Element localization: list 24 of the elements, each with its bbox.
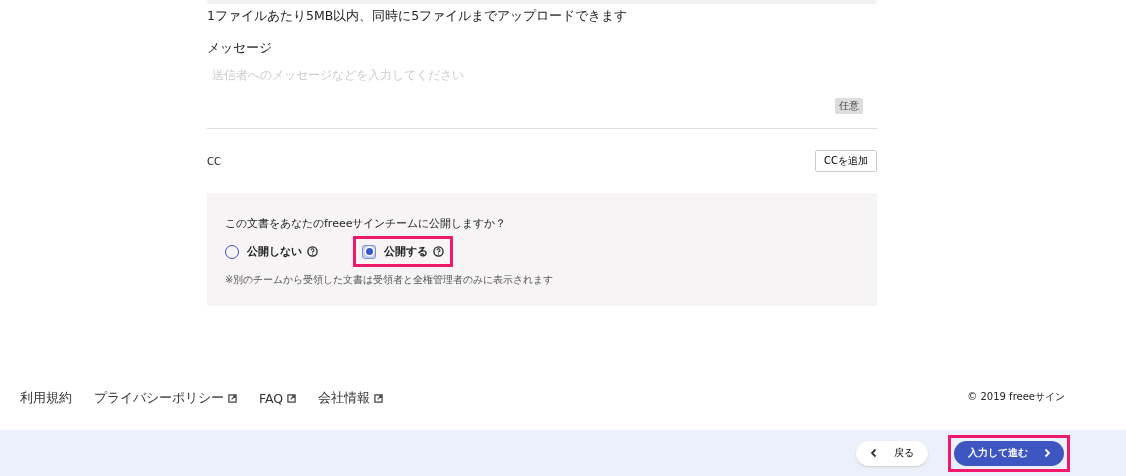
add-cc-button[interactable]: CCを追加 [815, 150, 877, 172]
next-button[interactable]: 入力して進む [954, 440, 1064, 466]
upload-note: 1ファイルあたり5MB以内、同時に5ファイルまでアップロードできます [207, 8, 629, 25]
option-label[interactable]: 公開する [384, 244, 428, 259]
external-link-icon [228, 394, 237, 403]
back-button[interactable]: 戻る [856, 440, 928, 466]
publish-note: ※別のチームから受領した文書は受領者と全権管理者のみに表示されます [225, 273, 555, 287]
publish-question: この文書をあなたのfreeeサインチームに公開しますか？ [225, 216, 508, 231]
help-icon[interactable] [433, 246, 444, 257]
radio-button[interactable] [362, 244, 376, 259]
external-link-icon [374, 394, 384, 403]
footer-link[interactable]: 利用規約 [20, 390, 72, 407]
optional-badge: 任意 [835, 98, 863, 114]
footer-link[interactable]: 会社情報 [318, 390, 384, 407]
cc-label: CC [207, 155, 221, 167]
option-label[interactable]: 公開しない [247, 244, 302, 259]
footer-link[interactable]: FAQ [259, 390, 297, 407]
footer-link[interactable]: プライバシーポリシー [94, 390, 237, 407]
chevron-left-icon [870, 448, 878, 458]
message-label: メッセージ [207, 40, 273, 57]
chevron-right-icon [1042, 448, 1051, 458]
copyright-text: © 2019 freeeサイン [967, 390, 1065, 404]
help-icon[interactable] [307, 246, 318, 257]
external-link-icon [287, 394, 297, 403]
